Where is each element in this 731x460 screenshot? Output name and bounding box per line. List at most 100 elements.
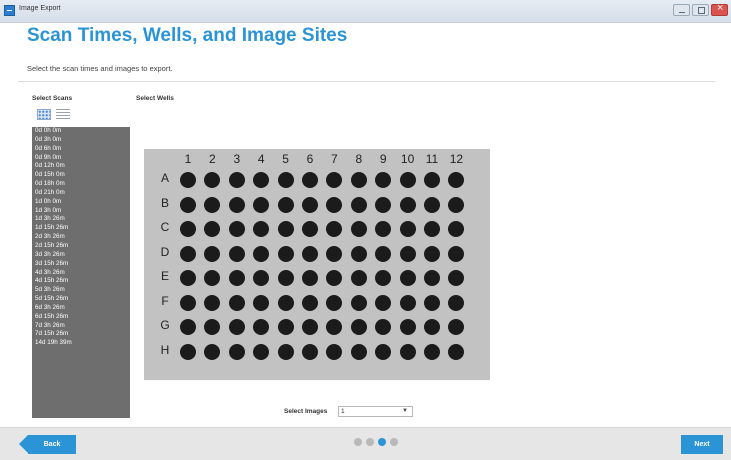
well[interactable] (350, 245, 367, 262)
scan-item[interactable]: 0d 15h 0m (32, 171, 130, 180)
well[interactable] (375, 319, 392, 335)
well[interactable] (204, 245, 221, 262)
well[interactable] (253, 172, 270, 188)
well[interactable] (253, 319, 270, 335)
well[interactable] (204, 343, 221, 360)
well[interactable] (228, 245, 245, 262)
well-row-label[interactable]: D (158, 245, 172, 259)
well[interactable] (326, 294, 343, 311)
well[interactable] (253, 221, 270, 237)
scan-item[interactable]: 1d 3h 26m (32, 215, 130, 224)
well[interactable] (253, 270, 270, 286)
well[interactable] (375, 343, 392, 360)
well[interactable] (277, 270, 294, 286)
scan-item[interactable]: 7d 3h 26m (32, 322, 130, 331)
well[interactable] (375, 172, 392, 188)
well-column-label[interactable]: 7 (322, 152, 346, 166)
select-images-dropdown[interactable]: 1 ▼ (338, 406, 413, 417)
scan-item[interactable]: 14d 19h 39m (32, 339, 130, 348)
well[interactable] (302, 319, 318, 335)
well[interactable] (350, 343, 367, 360)
well[interactable] (375, 221, 392, 237)
well[interactable] (424, 245, 440, 262)
well[interactable] (326, 270, 343, 286)
well[interactable] (302, 294, 318, 311)
well[interactable] (326, 172, 343, 188)
well-column-label[interactable]: 5 (274, 152, 298, 166)
well[interactable] (424, 294, 440, 311)
well[interactable] (350, 294, 367, 311)
scan-item[interactable]: 1d 0h 0m (32, 198, 130, 207)
minimize-button[interactable] (673, 4, 690, 16)
scan-item[interactable]: 1d 3h 0m (32, 207, 130, 216)
well[interactable] (326, 319, 343, 335)
close-button[interactable] (711, 2, 728, 16)
well[interactable] (253, 294, 270, 311)
well[interactable] (277, 319, 294, 335)
well[interactable] (326, 245, 343, 262)
well[interactable] (228, 221, 245, 237)
scan-item[interactable]: 5d 3h 26m (32, 286, 130, 295)
scan-item[interactable]: 6d 3h 26m (32, 304, 130, 313)
scan-item[interactable]: 2d 3h 26m (32, 233, 130, 242)
well[interactable] (180, 270, 196, 286)
well[interactable] (180, 196, 196, 213)
well[interactable] (228, 319, 245, 335)
well-column-label[interactable]: 9 (371, 152, 395, 166)
well[interactable] (424, 343, 440, 360)
well[interactable] (253, 196, 270, 213)
well[interactable] (302, 221, 318, 237)
well-column-label[interactable]: 3 (225, 152, 249, 166)
well-row-label[interactable]: C (158, 220, 172, 234)
well[interactable] (180, 221, 196, 237)
well[interactable] (424, 196, 440, 213)
well[interactable] (326, 221, 343, 237)
well[interactable] (375, 196, 392, 213)
scan-item[interactable]: 3d 3h 26m (32, 251, 130, 260)
well-column-label[interactable]: 8 (347, 152, 371, 166)
scan-item[interactable]: 4d 3h 26m (32, 269, 130, 278)
well[interactable] (228, 172, 245, 188)
scan-list[interactable]: 0d 0h 0m 0d 3h 0m 0d 6h 0m 0d 9h 0m 0d 12h 0… (32, 127, 130, 418)
well[interactable] (180, 343, 196, 360)
well-column-label[interactable]: 12 (444, 152, 468, 166)
well[interactable] (204, 270, 221, 286)
well[interactable] (204, 294, 221, 311)
well-row-label[interactable]: B (158, 196, 172, 210)
scan-item[interactable]: 0d 0h 0m (32, 127, 130, 136)
well[interactable] (228, 270, 245, 286)
well[interactable] (424, 221, 440, 237)
well[interactable] (350, 319, 367, 335)
well[interactable] (399, 294, 416, 311)
well[interactable] (424, 270, 440, 286)
well[interactable] (399, 343, 416, 360)
well[interactable] (277, 294, 294, 311)
well[interactable] (375, 270, 392, 286)
well[interactable] (448, 270, 465, 286)
well[interactable] (399, 245, 416, 262)
scan-item[interactable]: 5d 15h 26m (32, 295, 130, 304)
scan-item[interactable]: 2d 15h 26m (32, 242, 130, 251)
well[interactable] (350, 221, 367, 237)
next-button[interactable]: Next (681, 435, 723, 454)
well[interactable] (204, 319, 221, 335)
scan-item[interactable]: 0d 6h 0m (32, 145, 130, 154)
well[interactable] (424, 172, 440, 188)
well[interactable] (399, 172, 416, 188)
well[interactable] (277, 245, 294, 262)
well[interactable] (302, 343, 318, 360)
well-column-label[interactable]: 11 (420, 152, 444, 166)
scan-item[interactable]: 0d 12h 0m (32, 162, 130, 171)
well[interactable] (448, 319, 465, 335)
well-column-label[interactable]: 2 (200, 152, 224, 166)
well[interactable] (302, 172, 318, 188)
well[interactable] (253, 245, 270, 262)
well-row-label[interactable]: H (158, 343, 172, 357)
well-column-label[interactable]: 1 (176, 152, 200, 166)
scan-item[interactable]: 0d 9h 0m (32, 154, 130, 163)
well[interactable] (399, 196, 416, 213)
well[interactable] (375, 294, 392, 311)
well[interactable] (448, 172, 465, 188)
well[interactable] (326, 343, 343, 360)
well-column-label[interactable]: 10 (396, 152, 420, 166)
